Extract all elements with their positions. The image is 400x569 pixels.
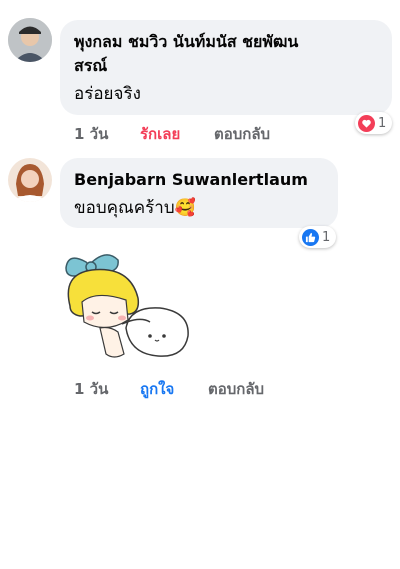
avatar-photo: [8, 18, 52, 62]
avatar[interactable]: [8, 18, 52, 62]
reaction-count-badge[interactable]: 1: [299, 226, 337, 248]
comment-author[interactable]: Benjabarn Suwanlertlaum: [74, 169, 308, 191]
smiling-face-with-hearts-emoji: 🥰: [174, 198, 196, 218]
comment-time[interactable]: 1 วัน: [74, 122, 108, 146]
comment-text-content: ขอบคุณคร้าบ: [74, 198, 175, 218]
thumbs-up-icon: [302, 228, 319, 246]
comment-actions: 1 วัน ถูกใจ ตอบกลับ: [74, 377, 374, 398]
like-reaction-button[interactable]: ถูกใจ: [140, 377, 174, 401]
reply-button[interactable]: ตอบกลับ: [214, 122, 270, 146]
comment-author[interactable]: พุงกลม ชมวิว นันท์มนัส ชยพัฒน: [74, 31, 298, 53]
comment-actions: 1 วัน รักเลย ตอบกลับ: [74, 122, 374, 143]
reaction-count: 1: [378, 115, 387, 131]
avatar-photo: [8, 158, 52, 202]
comment-text: อร่อยจริง: [74, 84, 141, 104]
cartoon-girl-hugging-pillow-sticker: [65, 254, 189, 358]
love-reaction-button[interactable]: รักเลย: [140, 122, 180, 146]
comment-author-cont[interactable]: สรณ์: [74, 55, 107, 77]
avatar[interactable]: [8, 158, 52, 202]
reaction-count: 1: [322, 229, 331, 245]
comment-text: ขอบคุณคร้าบ🥰: [74, 196, 196, 220]
sticker[interactable]: [60, 250, 195, 365]
comment-time[interactable]: 1 วัน: [74, 377, 108, 401]
reply-button[interactable]: ตอบกลับ: [208, 377, 264, 401]
comment-bubble: Benjabarn Suwanlertlaum ขอบคุณคร้าบ🥰: [60, 158, 338, 228]
comment-bubble: พุงกลม ชมวิว นันท์มนัส ชยพัฒน สรณ์ อร่อย…: [60, 20, 392, 115]
